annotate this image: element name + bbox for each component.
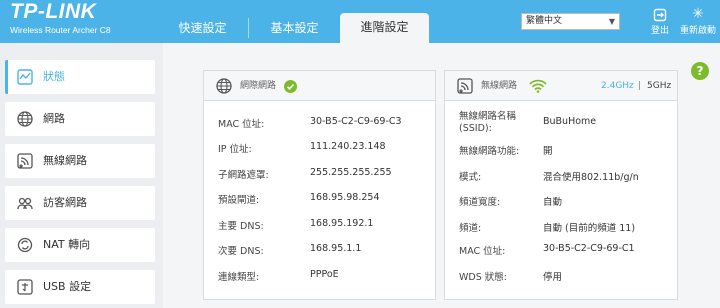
internet-panel-header: 網際網路 [204, 71, 435, 101]
sidebar-item-label: USB 設定 [43, 280, 92, 293]
row-value: 30-B5-C2-C9-69-C3 [310, 116, 402, 127]
row-value: 111.240.23.148 [310, 141, 386, 152]
logout-icon [647, 6, 673, 23]
row-label: WDS 狀態: [459, 272, 507, 283]
logout-button[interactable]: 登出 [647, 6, 673, 36]
row-value: 30-B5-C2-C9-69-C1 [543, 243, 635, 254]
tab-advanced[interactable]: 進階設定 [340, 13, 429, 43]
sidebar-item-label: NAT 轉向 [43, 238, 91, 251]
row-label: MAC 位址: [459, 246, 506, 257]
row-label: 頻道: [459, 223, 482, 234]
sidebar-item-nat[interactable]: NAT 轉向 [5, 228, 155, 262]
reboot-button[interactable]: ✳ 重新啟動 [678, 6, 718, 36]
status-icon [17, 69, 33, 85]
sidebar-item-network[interactable]: 網路 [5, 102, 155, 136]
sidebar-item-usb[interactable]: USB 設定 [5, 270, 155, 304]
usb-icon [17, 279, 33, 295]
nat-icon [17, 237, 33, 253]
language-select[interactable]: 繁體中文 ▼ [521, 13, 620, 30]
guest-icon [17, 197, 33, 210]
row-label: 無線網路名稱 (SSID): [459, 111, 516, 135]
band-24ghz-link[interactable]: 2.4GHz [601, 71, 634, 101]
row-label: 無線網路功能: [459, 146, 520, 157]
row-label: 模式: [459, 172, 482, 183]
row-value: 168.95.1.1 [310, 243, 362, 254]
check-circle-icon [284, 80, 297, 93]
row-label: 預設閘道: [218, 195, 260, 206]
row-label: 連線類型: [218, 272, 260, 283]
sidebar-item-guest[interactable]: 訪客網路 [5, 186, 155, 220]
sidebar-item-status[interactable]: 狀態 [5, 60, 155, 94]
band-5ghz-link[interactable]: 5GHz [647, 71, 671, 101]
row-label: 頻道寬度: [459, 197, 501, 208]
chevron-down-icon: ▼ [608, 17, 615, 26]
brand-logo: TP-LINK [10, 0, 97, 23]
router-model: Wireless Router Archer C8 [10, 25, 111, 35]
band-separator: | [638, 81, 642, 91]
row-value: 混合使用802.11b/g/n [543, 172, 639, 183]
wifi-signal-icon [529, 79, 547, 93]
row-label: 主要 DNS: [218, 221, 264, 232]
row-value: 停用 [543, 272, 563, 283]
wireless-icon [457, 78, 473, 94]
internet-panel: 網際網路 MAC 位址: 30-B5-C2-C9-69-C3 IP 位址: 111.… [203, 70, 436, 300]
language-value: 繁體中文 [526, 16, 563, 26]
globe-icon [216, 78, 232, 94]
row-value: 自動 (目前的頻道 11) [543, 223, 636, 234]
row-label: 次要 DNS: [218, 246, 264, 257]
row-value: 168.95.98.254 [310, 192, 380, 203]
top-bar: TP-LINK Wireless Router Archer C8 快速設定 基… [0, 0, 720, 43]
row-value: 自動 [543, 197, 563, 208]
wireless-panel: 無線網路 2.4GHz | 5GHz 無線網路名稱 (SSID): BuBuHom… [444, 70, 678, 300]
tab-basic[interactable]: 基本設定 [252, 14, 337, 43]
row-label-line2: (SSID): [459, 123, 492, 134]
wireless-icon [17, 153, 33, 169]
row-label: MAC 位址: [218, 119, 265, 130]
tab-divider [248, 18, 249, 38]
logout-label: 登出 [650, 26, 669, 36]
reboot-label: 重新啟動 [679, 26, 716, 36]
tab-quick-setup[interactable]: 快速設定 [160, 14, 245, 43]
sidebar: 狀態 網路 無線網路 訪客網路 NAT 轉向 USB 設定 [0, 43, 163, 308]
row-label: IP 位址: [218, 144, 252, 155]
row-value: BuBuHome [543, 116, 597, 127]
wireless-panel-title: 無線網路 [481, 81, 518, 91]
sidebar-item-label: 網路 [43, 112, 65, 125]
sidebar-item-wireless[interactable]: 無線網路 [5, 144, 155, 178]
row-value: PPPoE [310, 269, 339, 280]
row-value: 168.95.192.1 [310, 218, 374, 229]
reboot-icon: ✳ [692, 6, 704, 22]
internet-panel-title: 網際網路 [240, 81, 277, 91]
question-icon: ? [696, 64, 704, 78]
globe-icon [17, 111, 33, 127]
help-button[interactable]: ? [691, 62, 709, 80]
sidebar-item-label: 訪客網路 [43, 196, 87, 209]
row-value: 開 [543, 146, 553, 157]
wireless-panel-header: 無線網路 2.4GHz | 5GHz [445, 71, 677, 101]
row-label: 子網路遮罩: [218, 170, 269, 181]
row-label-line1: 無線網路名稱 [459, 111, 517, 122]
row-value: 255.255.255.255 [310, 167, 392, 178]
sidebar-item-label: 無線網路 [43, 154, 87, 167]
sidebar-item-label: 狀態 [43, 70, 65, 83]
